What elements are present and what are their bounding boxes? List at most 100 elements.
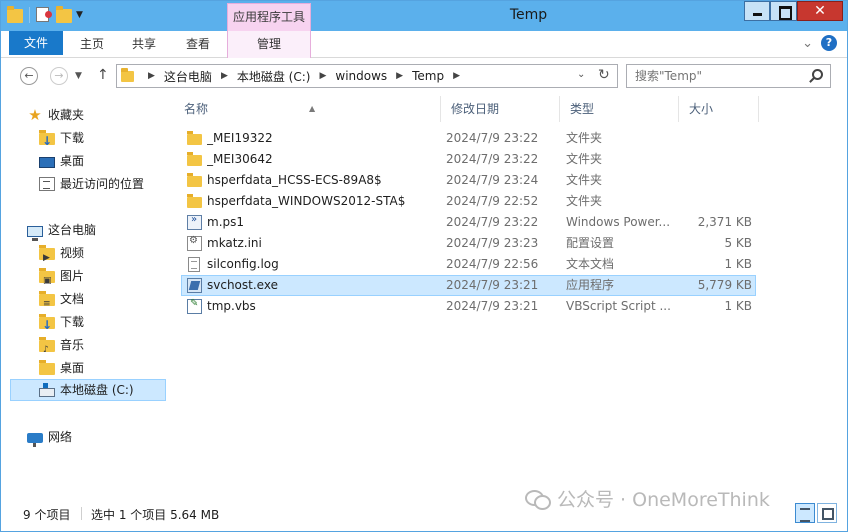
file-size — [676, 129, 752, 148]
file-list: ▲ 名称 修改日期 类型 大小 _MEI19322 2024/7/9 23:22 文… — [171, 93, 847, 498]
tab-view[interactable]: 查看 — [173, 31, 223, 58]
explorer-window: ▼ 应用程序工具 Temp ✕ 文件 主页 共享 查看 管理 ⌄ ? ← → ▼… — [0, 0, 848, 532]
file-row[interactable]: mkatz.ini 2024/7/9 23:23 配置设置 5 KB — [181, 233, 756, 254]
column-header-type[interactable]: 类型 — [560, 96, 679, 122]
file-row[interactable]: _MEI30642 2024/7/9 23:22 文件夹 — [181, 149, 756, 170]
help-icon[interactable]: ? — [821, 35, 837, 51]
file-row[interactable]: _MEI19322 2024/7/9 23:22 文件夹 — [181, 128, 756, 149]
maximize-button[interactable] — [770, 1, 797, 21]
file-date: 2024/7/9 23:21 — [446, 299, 539, 313]
file-size — [676, 171, 752, 190]
address-bar[interactable]: ▶ 这台电脑 ▶ 本地磁盘 (C:) ▶ windows ▶ Temp ▶ ⌄ … — [116, 64, 618, 88]
computer-icon — [27, 225, 43, 241]
downloads-folder-icon — [39, 314, 55, 336]
nav-item-documents[interactable]: 文档 — [39, 288, 84, 315]
wechat-logo-icon — [525, 489, 551, 510]
file-row[interactable]: svchost.exe 2024/7/9 23:21 应用程序 5,779 KB — [181, 275, 756, 296]
file-size — [676, 192, 752, 211]
ini-file-icon — [187, 235, 202, 251]
column-header-size[interactable]: 大小 — [679, 96, 759, 122]
back-button[interactable]: ← — [20, 67, 38, 85]
nav-this-pc[interactable]: 这台电脑 — [27, 219, 96, 241]
music-folder-icon — [39, 337, 55, 361]
videos-folder-icon — [39, 245, 55, 269]
nav-favorites[interactable]: ★ 收藏夹 — [27, 104, 84, 126]
file-size: 5 KB — [724, 236, 752, 250]
file-date: 2024/7/9 23:21 — [446, 278, 539, 292]
file-date: 2024/7/9 22:56 — [446, 257, 539, 271]
nav-item-desktop-pc[interactable]: 桌面 — [39, 357, 84, 379]
close-icon: ✕ — [814, 3, 826, 19]
minimize-button[interactable] — [744, 1, 770, 21]
file-size: 2,371 KB — [697, 215, 752, 229]
forward-button[interactable]: → — [50, 67, 68, 85]
item-count: 9 个项目 — [23, 508, 71, 522]
column-header-date[interactable]: 修改日期 — [441, 96, 560, 122]
large-icons-view-button[interactable] — [817, 503, 837, 523]
breadcrumb-local-disk[interactable]: 本地磁盘 (C:) — [237, 68, 311, 85]
breadcrumb: ▶ 这台电脑 ▶ 本地磁盘 (C:) ▶ windows ▶ Temp ▶ — [148, 68, 460, 85]
folder-icon — [187, 173, 202, 187]
status-bar: 9 个项目 选中 1 个项目 5.64 MB 公众号 · OneMoreThin… — [1, 489, 847, 531]
file-row[interactable]: hsperfdata_HCSS-ECS-89A8$ 2024/7/9 23:24 文… — [181, 170, 756, 191]
file-row[interactable]: tmp.vbs 2024/7/9 23:21 VBScript Script ...… — [181, 296, 756, 317]
expand-ribbon-icon[interactable]: ⌄ — [802, 36, 813, 51]
nav-item-pictures[interactable]: 图片 — [39, 265, 84, 292]
downloads-folder-icon — [39, 130, 55, 152]
nav-favorites-label: 收藏夹 — [48, 108, 85, 122]
search-box[interactable] — [626, 64, 831, 88]
file-size: 1 KB — [724, 257, 752, 271]
file-row[interactable]: silconfig.log 2024/7/9 22:56 文本文档 1 KB — [181, 254, 756, 275]
tab-home[interactable]: 主页 — [67, 31, 117, 58]
nav-item-recent-places[interactable]: 最近访问的位置 — [39, 173, 144, 195]
nav-item-music[interactable]: 音乐 — [39, 334, 84, 361]
nav-item-videos[interactable]: 视频 — [39, 242, 84, 269]
file-name: _MEI19322 — [207, 131, 273, 145]
file-size: 5,779 KB — [697, 278, 752, 292]
tab-share[interactable]: 共享 — [119, 31, 169, 58]
file-size — [676, 150, 752, 169]
tab-manage[interactable]: 管理 — [227, 31, 311, 58]
view-switcher — [795, 503, 837, 523]
details-view-button[interactable] — [795, 503, 815, 523]
watermark: 公众号 · OneMoreThink — [525, 485, 770, 512]
file-row[interactable]: m.ps1 2024/7/9 23:22 Windows Power... 2,371… — [181, 212, 756, 233]
breadcrumb-windows[interactable]: windows — [335, 69, 387, 83]
ribbon-tabs: 文件 主页 共享 查看 管理 ⌄ ? — [1, 31, 847, 58]
breadcrumb-this-pc[interactable]: 这台电脑 — [164, 68, 212, 85]
search-input[interactable] — [627, 65, 797, 87]
column-header-name[interactable]: ▲ 名称 — [174, 96, 441, 122]
nav-network[interactable]: 网络 — [27, 426, 72, 448]
file-name: _MEI30642 — [207, 152, 273, 166]
network-icon — [27, 433, 43, 447]
file-type: 文件夹 — [566, 131, 603, 145]
recent-locations-dropdown-icon[interactable]: ▼ — [75, 71, 82, 81]
tab-file[interactable]: 文件 — [9, 31, 63, 55]
refresh-icon[interactable]: ↻ — [598, 67, 610, 83]
nav-item-downloads-pc[interactable]: 下载 — [39, 311, 84, 336]
file-name: mkatz.ini — [207, 236, 262, 250]
file-type: 文本文档 — [566, 257, 615, 271]
window-title: Temp — [509, 7, 548, 23]
file-type: 应用程序 — [566, 278, 615, 292]
nav-item-local-disk[interactable]: 本地磁盘 (C:) — [10, 379, 166, 401]
file-date: 2024/7/9 23:24 — [446, 173, 539, 187]
nav-item-desktop[interactable]: 桌面 — [39, 150, 84, 172]
desktop-folder-icon — [39, 360, 55, 375]
nav-item-downloads[interactable]: 下载 — [39, 127, 84, 152]
file-name: svchost.exe — [207, 278, 278, 292]
title-bar: ▼ 应用程序工具 Temp ✕ — [1, 1, 847, 31]
file-type: VBScript Script ... — [566, 299, 671, 313]
file-date: 2024/7/9 23:22 — [446, 131, 539, 145]
search-icon[interactable] — [812, 69, 823, 80]
nav-network-label: 网络 — [48, 430, 73, 444]
file-date: 2024/7/9 23:22 — [446, 215, 539, 229]
close-button[interactable]: ✕ — [797, 1, 843, 21]
file-row[interactable]: hsperfdata_WINDOWS2012-STA$ 2024/7/9 22:5… — [181, 191, 756, 212]
up-button[interactable]: ↑ — [97, 67, 109, 83]
file-type: 配置设置 — [566, 236, 615, 250]
drive-icon — [39, 383, 55, 397]
file-size: 1 KB — [724, 299, 752, 313]
address-history-dropdown-icon[interactable]: ⌄ — [577, 69, 585, 80]
breadcrumb-temp[interactable]: Temp — [412, 69, 444, 83]
